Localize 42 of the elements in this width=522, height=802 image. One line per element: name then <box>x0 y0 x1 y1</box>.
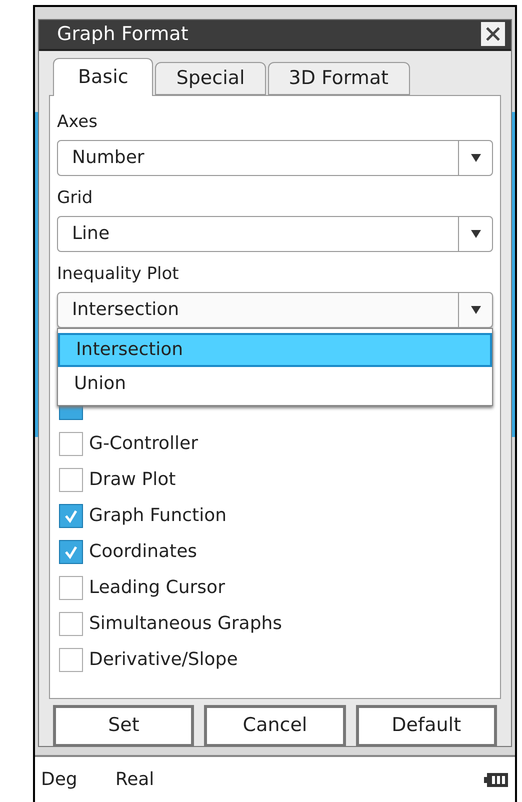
angle-mode: Deg <box>41 768 78 792</box>
tab[interactable]: 3D Format <box>268 62 410 94</box>
setting-label: Inequality Plot <box>57 262 180 286</box>
checkbox-label: G-Controller <box>89 432 198 456</box>
close-icon <box>485 26 501 42</box>
checkbox-label: Derivative/Slope <box>89 648 238 672</box>
number-mode: Real <box>115 768 154 792</box>
dialog-button[interactable]: Default <box>356 704 497 746</box>
dialog-button[interactable]: Set <box>53 704 194 746</box>
window-title: Graph Format <box>57 22 188 47</box>
caret-icon <box>470 152 482 162</box>
battery-icon <box>483 772 509 788</box>
tab[interactable]: Special <box>155 62 266 94</box>
dropdown-value: Intersection <box>71 298 180 322</box>
checkbox[interactable] <box>59 432 83 456</box>
dropdown-field[interactable]: Line <box>57 216 493 252</box>
checkbox-label: Leading Cursor <box>89 576 225 600</box>
dropdown-field[interactable]: Number <box>57 140 493 176</box>
checkbox[interactable] <box>59 540 83 564</box>
dropdown-value: Number <box>71 146 146 170</box>
checkbox[interactable] <box>59 612 83 636</box>
checkbox-label: Simultaneous Graphs <box>89 612 282 636</box>
check-icon <box>63 544 79 560</box>
checkbox-label: Draw Plot <box>89 468 176 492</box>
check-icon <box>63 508 79 524</box>
setting-label: Grid <box>57 186 94 210</box>
checkbox[interactable] <box>59 648 83 672</box>
checkbox[interactable] <box>59 576 83 600</box>
dropdown-value: Line <box>71 222 111 246</box>
dropdown-field[interactable]: Intersection <box>57 292 493 328</box>
checkbox-label: Coordinates <box>89 540 198 564</box>
caret-icon <box>470 228 482 238</box>
dropdown-option[interactable]: Intersection <box>58 332 492 366</box>
checkbox[interactable] <box>59 504 83 528</box>
caret-icon <box>470 304 482 314</box>
checkbox[interactable] <box>59 468 83 492</box>
dialog-button[interactable]: Cancel <box>204 704 346 746</box>
setting-label: Axes <box>57 110 98 134</box>
checkbox-label: Graph Function <box>89 504 226 528</box>
close-button[interactable] <box>481 22 505 46</box>
dropdown-option[interactable]: Union <box>58 366 492 400</box>
tab[interactable]: Basic <box>53 58 154 96</box>
